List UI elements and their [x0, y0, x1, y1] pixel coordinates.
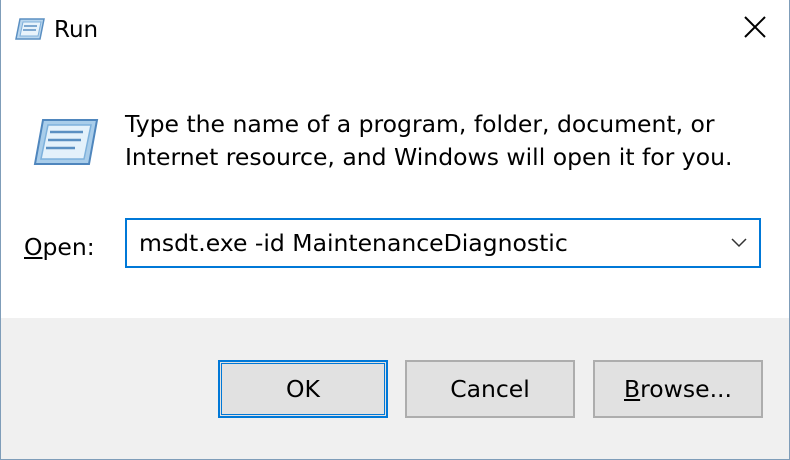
browse-mnemonic: B: [624, 375, 641, 403]
cancel-button-label: Cancel: [450, 375, 530, 403]
close-button[interactable]: [721, 0, 789, 58]
window-title: Run: [54, 17, 99, 43]
dialog-content: Type the name of a program, folder, docu…: [1, 60, 789, 318]
browse-label-text: rowse...: [640, 375, 732, 403]
run-app-icon: [15, 17, 45, 41]
open-label: Open:: [24, 232, 95, 262]
browse-button[interactable]: Browse...: [593, 360, 763, 418]
ok-button-label: OK: [286, 375, 320, 403]
chevron-down-icon[interactable]: [727, 232, 751, 254]
run-program-icon: [33, 117, 99, 167]
browse-button-label: Browse...: [624, 375, 732, 403]
open-combobox[interactable]: msdt.exe -id MaintenanceDiagnostic: [125, 218, 761, 268]
close-icon: [744, 16, 766, 42]
open-label-mnemonic: O: [24, 233, 43, 261]
cancel-button[interactable]: Cancel: [405, 360, 575, 418]
dialog-description: Type the name of a program, folder, docu…: [125, 110, 733, 171]
button-bar: OK Cancel Browse...: [1, 318, 789, 459]
open-input[interactable]: msdt.exe -id MaintenanceDiagnostic: [139, 228, 568, 258]
title-bar[interactable]: Run: [1, 0, 789, 60]
run-dialog: PC risk.com Run: [0, 0, 790, 460]
open-label-text: pen:: [42, 233, 95, 261]
ok-button[interactable]: OK: [218, 360, 388, 418]
